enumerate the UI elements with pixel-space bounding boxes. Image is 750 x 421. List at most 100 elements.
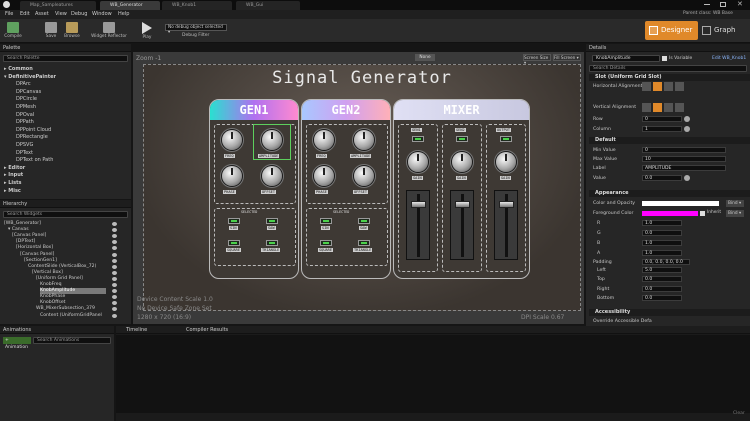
menu-debug[interactable]: Debug — [71, 11, 87, 17]
play-button[interactable]: Play — [135, 21, 159, 43]
gen2-sin-led[interactable] — [320, 218, 332, 224]
gen1-square-led[interactable] — [228, 240, 240, 246]
reset-row-icon[interactable] — [684, 116, 690, 122]
gen1-saw-led[interactable] — [266, 218, 278, 224]
appearance-section-header[interactable]: Appearance — [589, 190, 750, 197]
designer-viewport[interactable]: Zoom -1 None Screen Size ▾ Fill Screen ▾… — [133, 52, 584, 324]
fg-bind-button[interactable]: Bind ▾ — [726, 210, 744, 217]
default-section-header[interactable]: Default — [589, 137, 750, 144]
compile-button[interactable]: Compile — [1, 21, 25, 43]
tab-map[interactable]: Map_Sampleatures — [20, 1, 96, 10]
gen1-phase-knob[interactable] — [222, 166, 242, 186]
gen2-amplitude-knob[interactable] — [354, 130, 374, 150]
visibility-eye-icon[interactable] — [112, 295, 117, 300]
visibility-eye-icon[interactable] — [112, 222, 117, 226]
add-animation-button[interactable]: + Animation — [3, 337, 31, 350]
tab-timeline[interactable]: Timeline — [126, 326, 147, 334]
graph-button[interactable]: Graph — [700, 21, 746, 40]
gen1-triangle-led[interactable] — [266, 240, 278, 246]
top-field[interactable]: 0.0 — [642, 276, 682, 282]
max-value-field[interactable]: 10 — [642, 156, 726, 162]
gen1-offset-knob[interactable] — [262, 166, 282, 186]
fill-screen-select[interactable]: Fill Screen ▾ — [553, 54, 581, 61]
visibility-eye-icon[interactable] — [112, 276, 117, 281]
hierarchy-item[interactable]: [Canvas Panel] — [20, 252, 54, 258]
visibility-eye-icon[interactable] — [112, 289, 117, 294]
details-search-input[interactable]: Search Details — [589, 65, 747, 72]
tab-wb-gui[interactable]: WB_Gui — [236, 1, 300, 10]
align-center-icon[interactable] — [653, 82, 662, 91]
maximize-button[interactable] — [720, 2, 726, 7]
visibility-eye-icon[interactable] — [112, 301, 117, 306]
value-field[interactable]: 0.0 — [642, 175, 682, 181]
clear-button[interactable]: Clear — [733, 411, 745, 416]
hierarchy-item[interactable]: [Horizontal Box] — [16, 245, 53, 251]
column-field[interactable]: 1 — [642, 126, 682, 132]
padding-field[interactable]: 0.0, 0.0, 0.0, 0.0 — [642, 259, 690, 265]
visibility-eye-icon[interactable] — [112, 246, 117, 251]
g-field[interactable]: 0.0 — [642, 230, 682, 236]
gen2-square-led[interactable] — [320, 240, 332, 246]
color-opacity-swatch[interactable] — [642, 201, 719, 206]
widget-name-field[interactable]: KnobAmplitude — [592, 55, 660, 62]
gen1-sin-led[interactable] — [228, 218, 240, 224]
gen2-phase-knob[interactable] — [314, 166, 334, 186]
minimize-button[interactable] — [704, 4, 710, 5]
gen2-triangle-led[interactable] — [358, 240, 370, 246]
mixer-panel[interactable]: MIXER GEN1 GEN2 OUTPUT GAIN GAIN GAIN — [393, 99, 530, 279]
align-fill-icon[interactable] — [675, 82, 684, 91]
edit-knob-link[interactable]: Edit WB_Knob1 — [712, 56, 746, 61]
gen2-saw-led[interactable] — [358, 218, 370, 224]
visibility-eye-icon[interactable] — [112, 240, 117, 245]
mixer-output-slider[interactable] — [494, 190, 518, 260]
mixer-output-led[interactable] — [500, 136, 512, 142]
label-field[interactable]: AMPLITUDE — [642, 165, 726, 171]
reset-value-icon[interactable] — [684, 175, 690, 181]
slot-section-header[interactable]: Slot (Uniform Grid Slot) — [589, 74, 750, 81]
visibility-eye-icon[interactable] — [112, 307, 117, 312]
tab-wb-generator[interactable]: WB_Generator — [100, 1, 160, 10]
hierarchy-item[interactable]: [Uniform Grid Panel] — [36, 276, 83, 282]
b-field[interactable]: 1.0 — [642, 240, 682, 246]
visibility-eye-icon[interactable] — [112, 258, 117, 263]
halign-buttons[interactable] — [642, 82, 686, 91]
widget-reflector-button[interactable]: Widget Reflector — [90, 21, 128, 43]
visibility-eye-icon[interactable] — [112, 270, 117, 275]
mixer-gen1-slider[interactable] — [406, 190, 430, 260]
tab-wb-knob1[interactable]: WB_Knob1 — [162, 1, 232, 10]
align-right-icon[interactable] — [664, 82, 673, 91]
foreground-color-swatch[interactable] — [642, 211, 698, 216]
menu-edit[interactable]: Edit — [20, 11, 30, 17]
gen2-panel[interactable]: GEN2 FREQ AMPLITUDE PHASE OFFSET SELECTE… — [301, 99, 391, 279]
align-middle-icon[interactable] — [653, 103, 662, 112]
r-field[interactable]: 1.0 — [642, 220, 682, 226]
tab-compiler-results[interactable]: Compiler Results — [186, 326, 228, 334]
mixer-gen2-gain-knob[interactable] — [452, 152, 472, 172]
visibility-eye-icon[interactable] — [112, 252, 117, 257]
menu-help[interactable]: Help — [118, 11, 129, 17]
hierarchy-item[interactable]: ContentSlide (VerticalBox_72) — [28, 264, 96, 270]
visibility-eye-icon[interactable] — [112, 283, 117, 287]
min-value-field[interactable]: 0 — [642, 147, 726, 153]
color-bind-button[interactable]: Bind ▾ — [726, 200, 744, 207]
bottom-field[interactable]: 0.0 — [642, 295, 682, 301]
screen-size-select[interactable]: Screen Size ▾ — [523, 54, 551, 65]
valign-buttons[interactable] — [642, 103, 686, 112]
visibility-eye-icon[interactable] — [112, 228, 117, 233]
search-animations-input[interactable]: Search Animations — [33, 337, 111, 344]
is-variable-checkbox[interactable] — [662, 56, 667, 61]
slider-handle[interactable] — [411, 201, 426, 208]
align-top-icon[interactable] — [642, 103, 651, 112]
menu-window[interactable]: Window — [92, 11, 112, 17]
visibility-eye-icon[interactable] — [112, 234, 117, 239]
row-field[interactable]: 0 — [642, 116, 682, 122]
inherit-checkbox[interactable] — [700, 211, 705, 216]
hierarchy-item[interactable]: [Vertical Box] — [32, 270, 63, 276]
gen2-freq-knob[interactable] — [314, 130, 334, 150]
visibility-eye-icon[interactable] — [112, 313, 117, 318]
accessibility-section-header[interactable]: Accessibility — [589, 309, 750, 316]
hierarchy-item[interactable]: Content (UniformGridPanel — [40, 313, 102, 319]
left-field[interactable]: 5.0 — [642, 267, 682, 273]
close-button[interactable]: ✕ — [737, 0, 743, 8]
hierarchy-item[interactable]: [SectionGen1] — [24, 258, 57, 264]
